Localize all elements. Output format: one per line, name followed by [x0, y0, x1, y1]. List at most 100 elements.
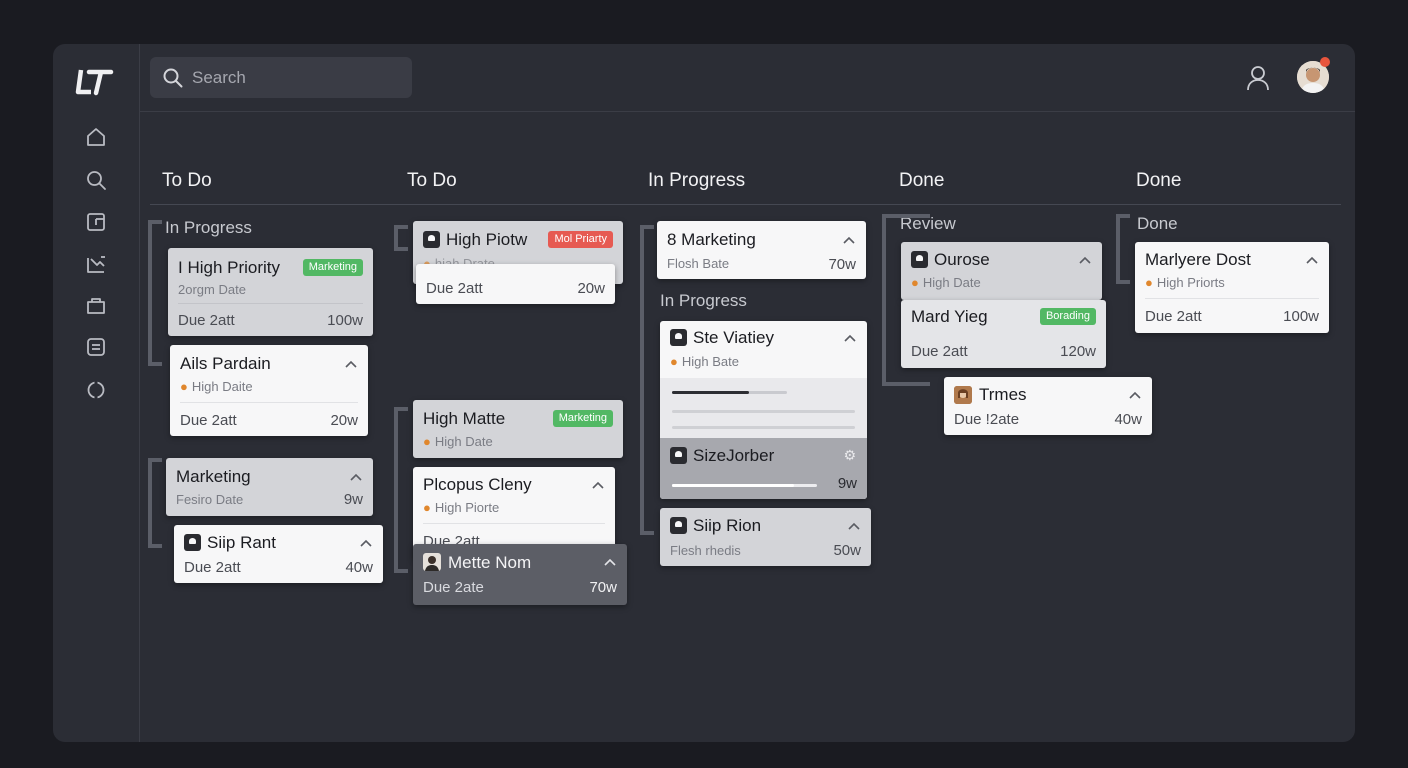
card-subtitle: ● High Date	[423, 434, 493, 449]
chevron-up-icon[interactable]	[847, 521, 861, 531]
flame-icon: ●	[423, 434, 431, 449]
task-icon	[670, 517, 687, 534]
column-header: Done	[899, 170, 945, 191]
chevron-up-icon[interactable]	[359, 538, 373, 548]
settings-icon[interactable]	[83, 377, 109, 403]
home-icon[interactable]	[83, 124, 109, 150]
progress-fill	[672, 391, 749, 394]
priority-text: High Daite	[191, 379, 253, 394]
card-title: I High Priority	[178, 258, 281, 277]
task-card[interactable]: Mard Yieg Borading Due 2att 120w	[901, 300, 1106, 368]
text-placeholder	[672, 410, 855, 413]
task-card-expanded[interactable]: Ste Viatiey ● High Bate SizeJorber ⚙ 9w	[660, 321, 867, 499]
group-label: In Progress	[165, 218, 252, 237]
chevron-up-icon[interactable]	[842, 235, 856, 245]
card-title: High Piotw	[446, 230, 528, 249]
card-subtitle: Fesiro Date	[176, 492, 244, 507]
connector-line	[640, 225, 654, 535]
task-card[interactable]: Siip Rion Flesh rhedis 50w	[660, 508, 871, 566]
column-header: In Progress	[648, 170, 746, 191]
card-title: Marlyere Dost	[1145, 250, 1251, 269]
connector-line	[148, 220, 162, 366]
search-icon[interactable]	[83, 167, 109, 193]
chevron-up-icon[interactable]	[349, 472, 363, 482]
priority-text: High Date	[922, 275, 981, 290]
chevron-up-icon[interactable]	[1128, 390, 1142, 400]
task-card[interactable]: Siip Rant Due 2att 40w	[174, 525, 383, 583]
task-icon	[184, 534, 201, 551]
chevron-up-icon[interactable]	[1305, 255, 1319, 265]
column-divider	[150, 204, 1341, 205]
card-title: Trmes	[979, 385, 1027, 404]
card-subtitle: 2orgm Date	[178, 282, 246, 297]
estimate: 40w	[1114, 411, 1142, 428]
estimate: 100w	[1283, 308, 1319, 325]
estimate: 70w	[828, 256, 856, 273]
card-title: Plcopus Cleny	[423, 475, 532, 494]
sidebar	[53, 44, 140, 742]
card-subtitle: ● High Priorts	[1145, 275, 1225, 290]
card-title: Ails Pardain	[180, 354, 271, 373]
card-title: Mette Nom	[448, 553, 532, 572]
assignee-avatar	[423, 553, 441, 571]
tag-badge: Marketing	[552, 410, 613, 427]
due-date: Due 2att	[426, 280, 483, 297]
flame-icon: ●	[1145, 275, 1153, 290]
column-header: To Do	[162, 170, 212, 191]
card-title: Siip Rant	[207, 533, 276, 552]
card-subtitle: ● High Piorte	[423, 500, 499, 515]
task-card-dragging[interactable]: Mette Nom Due 2ate 70w	[413, 544, 627, 605]
priority-text: High Date	[434, 434, 493, 449]
settings-icon[interactable]: ⚙	[843, 447, 856, 464]
task-card[interactable]: Trmes Due !2ate 40w	[944, 377, 1152, 435]
board-icon[interactable]	[83, 209, 109, 235]
chevron-up-icon[interactable]	[603, 557, 617, 567]
user-icon[interactable]	[1245, 64, 1271, 92]
card-title: Siip Rion	[693, 516, 762, 535]
flame-icon: ●	[911, 275, 919, 290]
inbox-icon[interactable]	[83, 334, 109, 360]
search-input[interactable]	[192, 67, 392, 88]
due-date: Due 2att	[184, 559, 241, 576]
chevron-up-icon[interactable]	[591, 480, 605, 490]
subtask-title: SizeJorber	[693, 446, 775, 465]
task-card[interactable]: 8 Marketing Flosh Bate 70w	[657, 221, 866, 279]
logo[interactable]	[75, 64, 115, 98]
task-card[interactable]: Ourose ● High Date	[901, 242, 1102, 300]
chart-icon[interactable]	[83, 251, 109, 277]
priority-text: High Priorts	[1156, 275, 1225, 290]
flame-icon: ●	[423, 500, 431, 515]
due-date: Due 2ate	[423, 579, 484, 596]
card-subtitle: ● High Daite	[180, 379, 253, 394]
connector-line	[394, 407, 408, 573]
connector-line	[394, 225, 408, 251]
card-title: Marketing	[176, 467, 251, 486]
chevron-up-icon[interactable]	[344, 359, 358, 369]
flame-icon: ●	[670, 354, 678, 369]
task-icon	[670, 329, 687, 346]
search-box[interactable]	[150, 57, 412, 98]
group-label: In Progress	[660, 291, 747, 310]
task-card[interactable]: I High Priority Marketing 2orgm Date Due…	[168, 248, 373, 336]
card-subtitle: Flesh rhedis	[670, 543, 741, 558]
task-card[interactable]: Marlyere Dost ● High Priorts Due 2att 100…	[1135, 242, 1329, 333]
card-divider	[1145, 298, 1319, 299]
task-card[interactable]: Marketing Fesiro Date 9w	[166, 458, 373, 516]
task-card[interactable]: High Matte Marketing ● High Date	[413, 400, 623, 458]
folder-icon[interactable]	[83, 293, 109, 319]
chevron-up-icon[interactable]	[1078, 255, 1092, 265]
subtask-row[interactable]: SizeJorber ⚙ 9w	[660, 438, 867, 499]
chevron-up-icon[interactable]	[843, 333, 857, 343]
task-icon	[423, 231, 440, 248]
task-card[interactable]: Due 2att 20w	[416, 264, 615, 304]
task-icon	[911, 251, 928, 268]
top-bar	[140, 44, 1355, 112]
card-title: Ourose	[934, 250, 990, 269]
priority-text: High Bate	[681, 354, 739, 369]
due-date: Due 2att	[911, 343, 968, 360]
task-card[interactable]: Ails Pardain ● High Daite Due 2att 20w	[170, 345, 368, 436]
card-subtitle: ● High Date	[911, 275, 981, 290]
app-window: To Do To Do In Progress Done Done In Pro…	[53, 44, 1355, 742]
estimate: 100w	[327, 312, 363, 329]
search-icon	[162, 67, 184, 89]
